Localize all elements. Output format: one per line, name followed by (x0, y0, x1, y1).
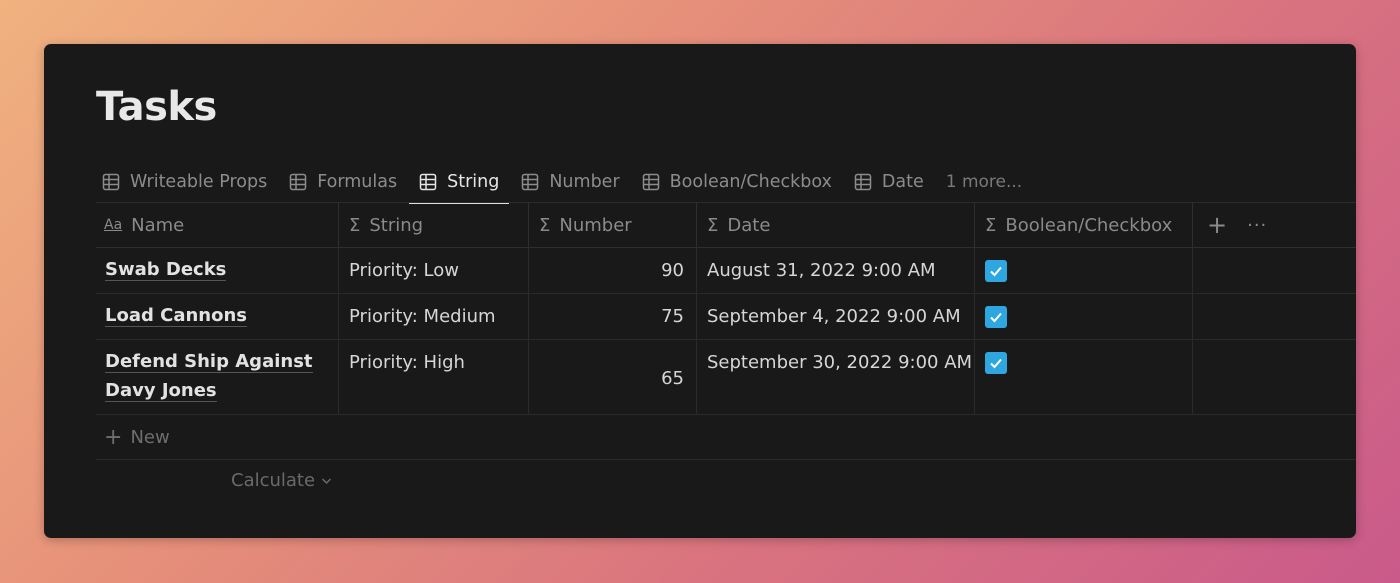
table-row[interactable]: Swab Decks Priority: Low 90 August 31, 2… (96, 248, 1356, 294)
tab-label: String (447, 172, 500, 192)
text-property-icon: Aa (104, 217, 123, 233)
row-name: Defend Ship Against Davy Jones (105, 351, 313, 402)
formula-icon: Σ (349, 214, 361, 236)
table-header: Aa Name Σ String Σ Number Σ Date Σ Boole… (96, 203, 1356, 248)
formula-icon: Σ (539, 214, 551, 236)
cell-boolean[interactable] (975, 294, 1193, 339)
cell-string[interactable]: Priority: High (339, 340, 529, 414)
checkbox-checked[interactable] (985, 260, 1007, 282)
table-icon (289, 173, 307, 191)
plus-icon: + (104, 424, 123, 450)
row-name: Swab Decks (105, 259, 227, 281)
table-row[interactable]: Load Cannons Priority: Medium 75 Septemb… (96, 294, 1356, 340)
page-title: Tasks (96, 84, 217, 130)
cell-empty (1193, 248, 1356, 293)
column-header-name[interactable]: Aa Name (96, 203, 339, 247)
cell-number[interactable]: 65 (529, 340, 697, 414)
cell-boolean[interactable] (975, 248, 1193, 293)
add-column-icon[interactable]: + (1207, 211, 1227, 239)
tab-string[interactable]: String (409, 162, 510, 204)
table-icon (102, 173, 120, 191)
check-icon (990, 266, 1002, 277)
tab-writeable-props[interactable]: Writeable Props (102, 162, 267, 202)
checkbox-checked[interactable] (985, 306, 1007, 328)
new-row-label: New (130, 426, 170, 448)
tab-more-views[interactable]: 1 more... (946, 162, 1022, 202)
tab-label: Date (881, 172, 924, 192)
column-header-label: Name (131, 214, 185, 236)
column-header-actions: + ··· (1193, 203, 1356, 247)
column-header-string[interactable]: Σ String (339, 203, 529, 247)
formula-icon: Σ (985, 214, 997, 236)
column-header-label: Boolean/Checkbox (1005, 214, 1173, 236)
column-header-label: Number (559, 214, 632, 236)
column-header-date[interactable]: Σ Date (697, 203, 975, 247)
check-icon (990, 358, 1002, 369)
cell-date[interactable]: August 31, 2022 9:00 AM (697, 248, 975, 293)
chevron-down-icon (321, 474, 332, 488)
table-icon (642, 173, 659, 191)
table-icon (419, 173, 437, 191)
calculate-button[interactable]: Calculate (231, 470, 332, 491)
table-icon (854, 173, 872, 191)
table-row[interactable]: Defend Ship Against Davy Jones Priority:… (96, 340, 1356, 415)
tab-label: Writeable Props (130, 172, 268, 192)
cell-name[interactable]: Swab Decks (96, 248, 339, 293)
tab-date[interactable]: Date (854, 162, 924, 202)
cell-name[interactable]: Load Cannons (96, 294, 339, 339)
column-header-label: Date (727, 214, 771, 236)
app-window: Tasks Writeable Props Formulas String Nu… (44, 44, 1356, 538)
cell-date[interactable]: September 30, 2022 9:00 AM (697, 340, 975, 414)
view-tabs: Writeable Props Formulas String Number B… (102, 162, 1022, 204)
tab-label: Number (549, 172, 620, 192)
row-name: Load Cannons (105, 305, 248, 327)
tab-boolean-checkbox[interactable]: Boolean/Checkbox (642, 162, 832, 202)
cell-string[interactable]: Priority: Low (339, 248, 529, 293)
column-header-number[interactable]: Σ Number (529, 203, 697, 247)
check-icon (990, 312, 1002, 323)
cell-boolean[interactable] (975, 340, 1193, 414)
table-icon (522, 173, 539, 191)
cell-number[interactable]: 90 (529, 248, 697, 293)
tab-number[interactable]: Number (521, 162, 620, 202)
cell-empty (1193, 294, 1356, 339)
column-header-label: String (369, 214, 424, 236)
checkbox-checked[interactable] (985, 352, 1007, 374)
calculate-label: Calculate (231, 470, 316, 491)
cell-number[interactable]: 75 (529, 294, 697, 339)
more-options-icon[interactable]: ··· (1247, 215, 1267, 236)
cell-string[interactable]: Priority: Medium (339, 294, 529, 339)
cell-date[interactable]: September 4, 2022 9:00 AM (697, 294, 975, 339)
new-row-button[interactable]: + New (96, 415, 1356, 460)
tab-formulas[interactable]: Formulas (289, 162, 397, 202)
cell-name[interactable]: Defend Ship Against Davy Jones (96, 340, 339, 414)
formula-icon: Σ (707, 214, 719, 236)
cell-empty (1193, 340, 1356, 414)
column-header-boolean[interactable]: Σ Boolean/Checkbox (975, 203, 1193, 247)
tab-label: Boolean/Checkbox (669, 172, 832, 192)
tab-label: Formulas (317, 172, 398, 192)
